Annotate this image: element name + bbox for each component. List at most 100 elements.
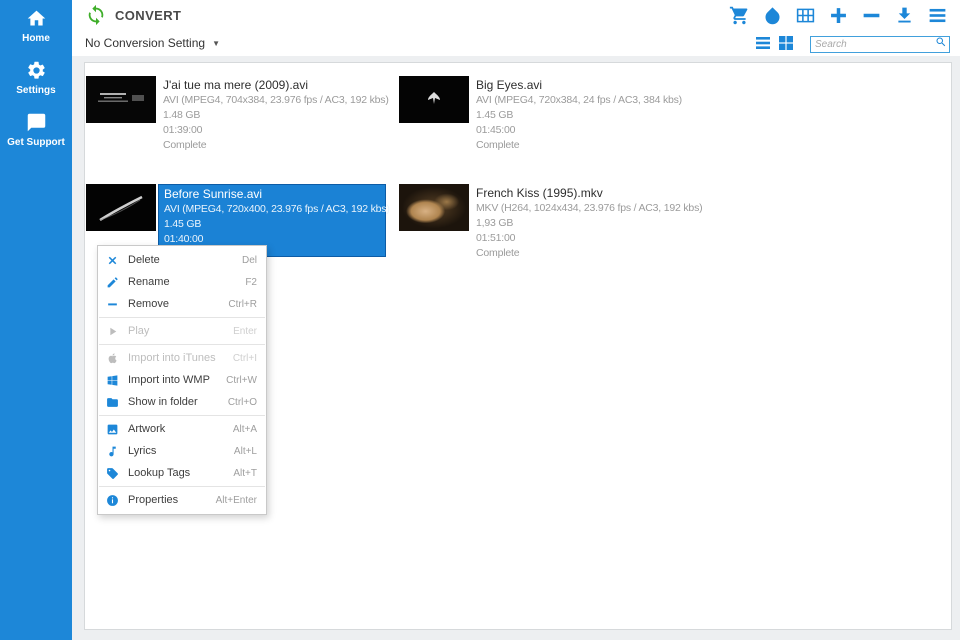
menu-item-delete[interactable]: Delete Del (98, 249, 266, 271)
file-card[interactable]: J'ai tue ma mere (2009).avi AVI (MPEG4, … (86, 76, 399, 184)
drop-icon (762, 5, 783, 26)
artwork-icon (106, 423, 119, 436)
sidebar-item-label: Settings (16, 85, 55, 96)
conversion-setting-dropdown[interactable]: No Conversion Setting ▼ (85, 36, 220, 50)
add-button[interactable] (828, 5, 849, 26)
file-title: J'ai tue ma mere (2009).avi (163, 78, 379, 93)
file-format: AVI (MPEG4, 720x400, 23.976 fps / AC3, 1… (164, 202, 380, 217)
menu-separator (99, 344, 265, 345)
download-icon (894, 5, 915, 26)
chevron-down-icon: ▼ (212, 39, 220, 48)
menu-item-lyrics[interactable]: Lyrics Alt+L (98, 440, 266, 462)
gear-icon (26, 60, 47, 81)
menu-item-label: Lookup Tags (128, 467, 190, 479)
menu-item-label: Rename (128, 276, 170, 288)
add-icon (828, 5, 849, 26)
menu-item-label: Import into iTunes (128, 352, 216, 364)
menu-item-shortcut: Alt+L (234, 446, 257, 457)
download-button[interactable] (894, 5, 915, 26)
file-status: Complete (476, 246, 692, 261)
topbar: CONVERT (72, 0, 960, 30)
windows-icon (106, 374, 119, 387)
menu-item-label: Properties (128, 494, 178, 506)
menu-item-shortcut: Ctrl+O (228, 397, 257, 408)
search-icon (935, 36, 947, 48)
file-status: Complete (163, 138, 379, 153)
menu-item-show-in-folder[interactable]: Show in folder Ctrl+O (98, 391, 266, 413)
info-icon (106, 494, 119, 507)
video-thumbnail (86, 184, 156, 231)
file-duration: 01:51:00 (476, 231, 692, 246)
menu-item-play: Play Enter (98, 320, 266, 342)
play-icon (106, 325, 119, 338)
menu-item-label: Remove (128, 298, 169, 310)
menu-button[interactable] (927, 5, 948, 26)
video-thumbnail (399, 76, 469, 123)
menu-item-shortcut: F2 (245, 277, 257, 288)
minus-icon (106, 298, 119, 311)
recycle-logo-icon (85, 4, 107, 26)
thumbnail-art (86, 184, 156, 231)
menu-item-artwork[interactable]: Artwork Alt+A (98, 418, 266, 440)
file-card[interactable]: French Kiss (1995).mkv MKV (H264, 1024x4… (399, 184, 712, 292)
search-input[interactable] (810, 36, 950, 53)
file-info: J'ai tue ma mere (2009).avi AVI (MPEG4, … (158, 76, 384, 157)
menu-item-properties[interactable]: Properties Alt+Enter (98, 489, 266, 511)
drop-button[interactable] (762, 5, 783, 26)
remove-button[interactable] (861, 5, 882, 26)
file-info: Big Eyes.avi AVI (MPEG4, 720x384, 24 fps… (471, 76, 697, 157)
file-format: AVI (MPEG4, 720x384, 24 fps / AC3, 384 k… (476, 93, 692, 108)
file-title: Before Sunrise.avi (164, 187, 380, 202)
cart-button[interactable] (729, 5, 750, 26)
folder-icon (106, 396, 119, 409)
menu-item-label: Lyrics (128, 445, 156, 457)
delete-icon (106, 254, 119, 267)
apple-icon (106, 352, 119, 365)
sidebar-item-settings[interactable]: Settings (0, 60, 72, 96)
menu-item-shortcut: Alt+T (233, 468, 257, 479)
file-title: Big Eyes.avi (476, 78, 692, 93)
tag-icon (106, 467, 119, 480)
menu-item-label: Artwork (128, 423, 165, 435)
minus-icon (861, 5, 882, 26)
sidebar-item-get-support[interactable]: Get Support (0, 112, 72, 148)
video-thumbnail (399, 184, 469, 231)
chat-icon (26, 112, 47, 133)
menu-item-shortcut: Enter (233, 326, 257, 337)
thumbnail-art (399, 76, 469, 123)
file-card[interactable]: Big Eyes.avi AVI (MPEG4, 720x384, 24 fps… (399, 76, 712, 184)
music-note-icon (106, 445, 119, 458)
menu-item-label: Import into WMP (128, 374, 210, 386)
menu-item-rename[interactable]: Rename F2 (98, 271, 266, 293)
file-format: AVI (MPEG4, 704x384, 23.976 fps / AC3, 1… (163, 93, 379, 108)
list-view-button[interactable] (755, 35, 771, 51)
grid-view-button[interactable] (778, 35, 794, 51)
sidebar-item-home[interactable]: Home (0, 0, 72, 44)
conversion-setting-label: No Conversion Setting (85, 36, 205, 50)
menu-item-import-itunes: Import into iTunes Ctrl+I (98, 347, 266, 369)
home-icon (26, 8, 47, 29)
file-size: 1.45 GB (164, 217, 380, 232)
menu-item-label: Delete (128, 254, 160, 266)
menu-item-lookup-tags[interactable]: Lookup Tags Alt+T (98, 462, 266, 484)
file-size: 1.45 GB (476, 108, 692, 123)
list-view-icon (755, 35, 771, 51)
context-menu: Delete Del Rename F2 Remove Ctrl+R Play … (97, 245, 267, 515)
menu-item-shortcut: Ctrl+I (233, 353, 257, 364)
menu-item-label: Play (128, 325, 149, 337)
rename-icon (106, 276, 119, 289)
file-duration: 01:39:00 (163, 123, 379, 138)
sidebar-item-label: Get Support (7, 137, 65, 148)
menu-item-remove[interactable]: Remove Ctrl+R (98, 293, 266, 315)
app-window: Home Settings Get Support CONVERT (0, 0, 960, 640)
file-status: Complete (476, 138, 692, 153)
sidebar-item-label: Home (22, 33, 50, 44)
menu-separator (99, 486, 265, 487)
film-button[interactable] (795, 5, 816, 26)
file-title: French Kiss (1995).mkv (476, 186, 692, 201)
menu-icon (927, 5, 948, 26)
menu-item-import-wmp[interactable]: Import into WMP Ctrl+W (98, 369, 266, 391)
file-info: French Kiss (1995).mkv MKV (H264, 1024x4… (471, 184, 697, 265)
menu-item-label: Show in folder (128, 396, 198, 408)
cart-icon (729, 5, 750, 26)
